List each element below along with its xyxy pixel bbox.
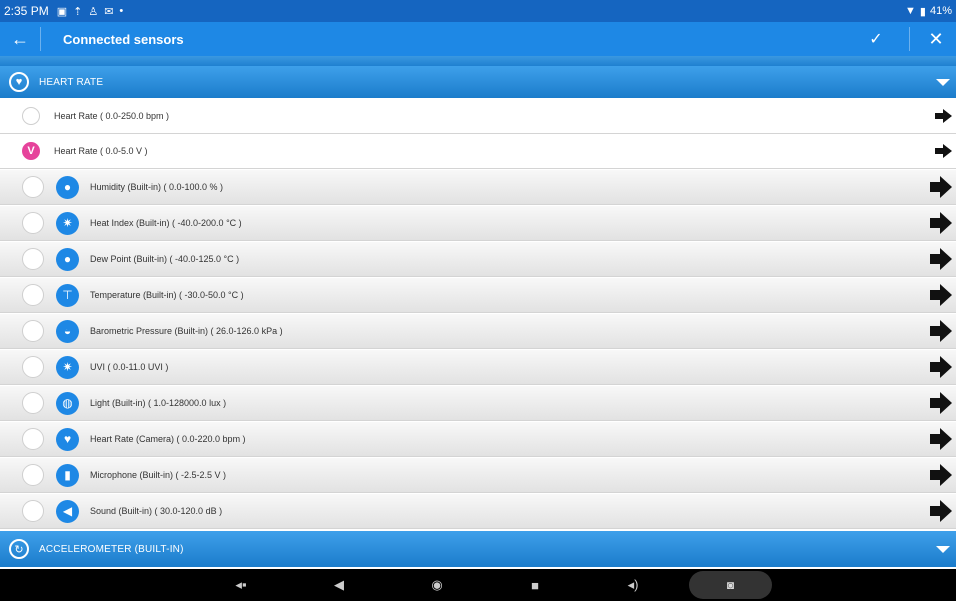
- group-header-accelerometer[interactable]: ↻ ACCELEROMETER (BUILT-IN): [0, 531, 956, 567]
- arrow-right-icon[interactable]: [930, 464, 952, 486]
- thermometer-icon: ⊤: [56, 283, 79, 307]
- volume-up-icon[interactable]: ◂): [621, 569, 645, 601]
- group-title: HEART RATE: [39, 76, 104, 88]
- sensor-label: UVI ( 0.0-11.0 UVI ): [90, 362, 169, 372]
- arrow-right-icon[interactable]: [930, 428, 952, 450]
- sensor-label: Sound (Built-in) ( 30.0-120.0 dB ): [90, 506, 223, 516]
- arrow-right-icon[interactable]: [930, 320, 952, 342]
- camera-icon: ◙: [726, 578, 735, 592]
- sensor-label: Light (Built-in) ( 1.0-128000.0 lux ): [90, 398, 227, 408]
- notification-icons: ▣ ⇡ ♙ ✉ •: [57, 5, 124, 18]
- heart-icon: ♥: [9, 72, 29, 92]
- arrow-right-icon[interactable]: [930, 176, 952, 198]
- arrow-right-icon[interactable]: [935, 144, 952, 158]
- arrow-right-icon[interactable]: [930, 392, 952, 414]
- sensor-label: Temperature (Built-in) ( -30.0-50.0 °C ): [90, 290, 244, 300]
- mail-icon: ✉: [104, 5, 114, 18]
- home-icon[interactable]: ◉: [425, 569, 449, 601]
- upload-icon: ⇡: [73, 5, 83, 18]
- droplet-icon: ●: [56, 175, 79, 199]
- chevron-down-icon[interactable]: [936, 545, 950, 553]
- radio-button[interactable]: [22, 284, 44, 306]
- person-icon: ♙: [88, 5, 99, 18]
- sensor-label: Heat Index (Built-in) ( -40.0-200.0 °C ): [90, 218, 242, 228]
- page-title: Connected sensors: [63, 31, 184, 47]
- sensor-row[interactable]: ✷ UVI ( 0.0-11.0 UVI ): [0, 350, 956, 385]
- radio-button[interactable]: [22, 392, 44, 414]
- speaker-icon: ◀: [56, 499, 79, 523]
- close-button[interactable]: ✕: [916, 22, 956, 56]
- radio-button[interactable]: [22, 320, 44, 342]
- sensor-row[interactable]: ◒ Barometric Pressure (Built-in) ( 26.0-…: [0, 314, 956, 349]
- lightbulb-icon: ◍: [56, 391, 79, 415]
- sun-icon: ✷: [56, 211, 79, 235]
- option-label: Heart Rate ( 0.0-5.0 V ): [54, 146, 148, 156]
- gauge-icon: ◒: [56, 319, 79, 343]
- radio-button[interactable]: [22, 107, 40, 125]
- sensor-row[interactable]: ♥ Heart Rate (Camera) ( 0.0-220.0 bpm ): [0, 422, 956, 457]
- arrow-right-icon[interactable]: [930, 356, 952, 378]
- voltage-badge: V: [27, 145, 35, 157]
- heart-rate-option-row[interactable]: Heart Rate ( 0.0-250.0 bpm ): [0, 99, 956, 134]
- navigation-bar: ◂▪ ◀ ◉ ■ ◂) ◙: [0, 569, 956, 601]
- battery-icon: ▮: [919, 5, 926, 18]
- selected-radio-button[interactable]: V: [22, 142, 40, 160]
- app-bar-divider-right: [909, 27, 910, 51]
- sensor-row[interactable]: ✷ Heat Index (Built-in) ( -40.0-200.0 °C…: [0, 206, 956, 241]
- sensor-label: Heart Rate (Camera) ( 0.0-220.0 bpm ): [90, 434, 246, 444]
- sensor-label: Dew Point (Built-in) ( -40.0-125.0 °C ): [90, 254, 240, 264]
- recents-icon[interactable]: ■: [523, 569, 547, 601]
- wifi-icon: ▼: [905, 5, 916, 17]
- arrow-right-icon[interactable]: [930, 500, 952, 522]
- radio-button[interactable]: [22, 248, 44, 270]
- volume-down-icon[interactable]: ◂▪: [229, 569, 253, 601]
- arrow-right-icon[interactable]: [935, 109, 952, 123]
- back-button[interactable]: ←: [0, 22, 40, 56]
- arrow-right-icon[interactable]: [930, 284, 952, 306]
- microphone-icon: ▮: [56, 463, 79, 487]
- status-dot: •: [119, 5, 124, 17]
- heart-icon: ♥: [56, 427, 79, 451]
- option-label: Heart Rate ( 0.0-250.0 bpm ): [54, 111, 170, 121]
- radio-button[interactable]: [22, 212, 44, 234]
- sensor-label: Barometric Pressure (Built-in) ( 26.0-12…: [90, 326, 283, 336]
- radio-button[interactable]: [22, 464, 44, 486]
- arrow-right-icon[interactable]: [930, 212, 952, 234]
- status-bar: 2:35 PM ▣ ⇡ ♙ ✉ • ▼ ▮ 41%: [0, 0, 956, 22]
- arrow-right-icon[interactable]: [930, 248, 952, 270]
- arrow-left-icon: ←: [11, 28, 29, 49]
- sensor-label: Microphone (Built-in) ( -2.5-2.5 V ): [90, 470, 227, 480]
- droplet-icon: ●: [56, 247, 79, 271]
- sensor-row[interactable]: ◀ Sound (Built-in) ( 30.0-120.0 dB ): [0, 494, 956, 529]
- status-right: ▼ ▮ 41%: [905, 0, 952, 22]
- sensor-row[interactable]: ⊤ Temperature (Built-in) ( -30.0-50.0 °C…: [0, 278, 956, 313]
- app-bar: ← Connected sensors ✓ ✕: [0, 22, 956, 56]
- close-icon: ✕: [928, 28, 944, 49]
- sensor-row[interactable]: ▮ Microphone (Built-in) ( -2.5-2.5 V ): [0, 458, 956, 493]
- sensor-row[interactable]: ◍ Light (Built-in) ( 1.0-128000.0 lux ): [0, 386, 956, 421]
- image-icon: ▣: [56, 5, 68, 18]
- heart-rate-option-row[interactable]: V Heart Rate ( 0.0-5.0 V ): [0, 134, 956, 169]
- sun-icon: ✷: [56, 355, 79, 379]
- status-time: 2:35 PM: [4, 4, 49, 18]
- battery-level: 41%: [929, 5, 952, 17]
- confirm-button[interactable]: ✓: [856, 22, 896, 56]
- sensor-label: Humidity (Built-in) ( 0.0-100.0 % ): [90, 182, 224, 192]
- chevron-down-icon[interactable]: [936, 78, 950, 86]
- group-header-heart-rate[interactable]: ♥ HEART RATE: [0, 66, 956, 98]
- radio-button[interactable]: [22, 176, 44, 198]
- sensor-row[interactable]: ● Dew Point (Built-in) ( -40.0-125.0 °C …: [0, 242, 956, 277]
- group-title: ACCELEROMETER (BUILT-IN): [39, 543, 184, 555]
- radio-button[interactable]: [22, 428, 44, 450]
- screenshot-button[interactable]: ◙: [689, 571, 772, 599]
- radio-button[interactable]: [22, 356, 44, 378]
- back-icon[interactable]: ◀: [327, 569, 351, 601]
- radio-button[interactable]: [22, 500, 44, 522]
- check-icon: ✓: [869, 31, 883, 48]
- app-bar-divider: [40, 27, 41, 51]
- rotate-icon: ↻: [9, 539, 29, 559]
- sensor-row[interactable]: ● Humidity (Built-in) ( 0.0-100.0 % ): [0, 170, 956, 205]
- section-strip: [0, 56, 956, 66]
